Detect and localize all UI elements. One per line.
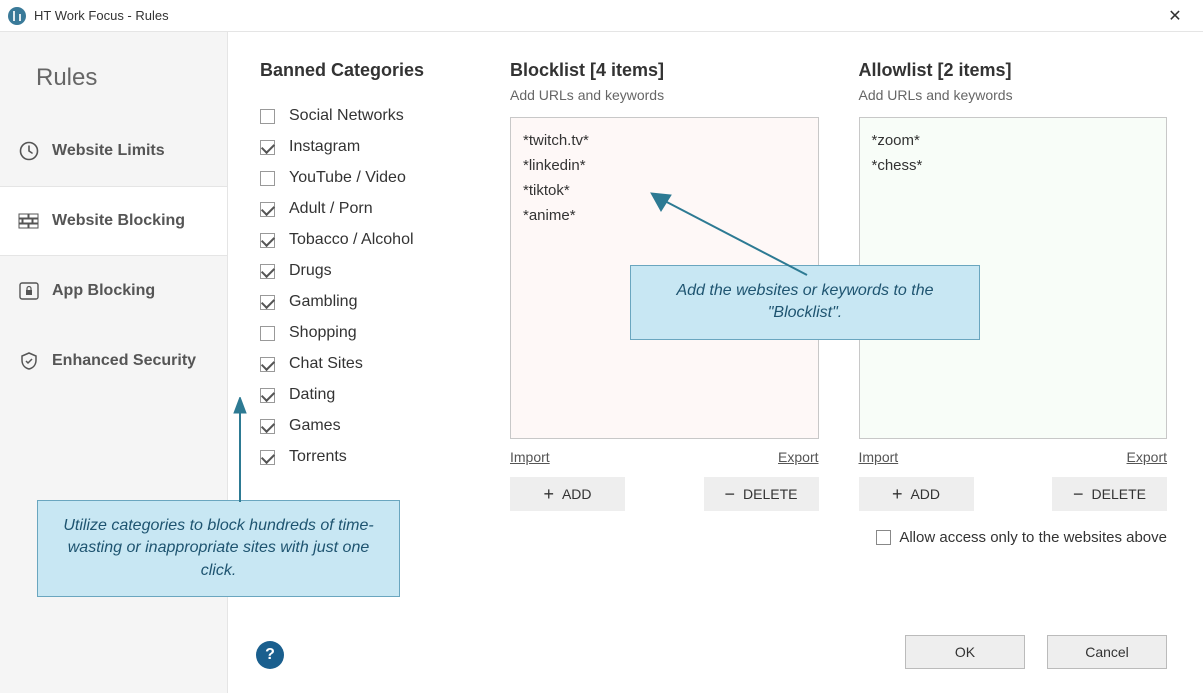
minus-icon: − xyxy=(1073,484,1084,505)
sidebar-item-enhanced-security[interactable]: Enhanced Security xyxy=(0,326,227,396)
sidebar-item-label: Enhanced Security xyxy=(52,352,196,370)
category-item[interactable]: Tobacco / Alcohol xyxy=(260,225,470,256)
banned-categories-column: Banned Categories Social Networks Instagr… xyxy=(260,60,470,546)
category-label: YouTube / Video xyxy=(289,169,406,187)
blocklist-item[interactable]: *twitch.tv* xyxy=(523,128,806,153)
category-label: Instagram xyxy=(289,138,360,156)
checkbox[interactable] xyxy=(260,357,275,372)
allowlist-title: Allowlist [2 items] xyxy=(859,60,1168,81)
category-item[interactable]: Shopping xyxy=(260,318,470,349)
sidebar-item-label: Website Blocking xyxy=(52,212,185,230)
checkbox[interactable] xyxy=(260,295,275,310)
category-item[interactable]: Adult / Porn xyxy=(260,194,470,225)
arrow-icon xyxy=(220,397,260,507)
checkbox[interactable] xyxy=(260,140,275,155)
minus-icon: − xyxy=(725,484,736,505)
clock-icon xyxy=(18,140,40,162)
category-label: Chat Sites xyxy=(289,355,363,373)
blocklist-add-button[interactable]: +ADD xyxy=(510,477,625,511)
category-label: Torrents xyxy=(289,448,347,466)
allowlist-subtitle: Add URLs and keywords xyxy=(859,87,1168,103)
ok-button[interactable]: OK xyxy=(905,635,1025,669)
checkbox[interactable] xyxy=(260,264,275,279)
blocklist-export-link[interactable]: Export xyxy=(778,449,818,465)
plus-icon: + xyxy=(892,484,903,505)
app-icon xyxy=(8,7,26,25)
allowlist-import-link[interactable]: Import xyxy=(859,449,899,465)
category-label: Gambling xyxy=(289,293,357,311)
arrow-icon xyxy=(647,185,812,280)
callout-categories: Utilize categories to block hundreds of … xyxy=(37,500,400,597)
checkbox[interactable] xyxy=(260,233,275,248)
allowlist-delete-button[interactable]: −DELETE xyxy=(1052,477,1167,511)
wall-icon xyxy=(18,210,40,232)
blocklist-item[interactable]: *linkedin* xyxy=(523,153,806,178)
categories-title: Banned Categories xyxy=(260,60,470,81)
blocklist-delete-button[interactable]: −DELETE xyxy=(704,477,819,511)
allow-only-label: Allow access only to the websites above xyxy=(899,529,1167,546)
category-item[interactable]: Torrents xyxy=(260,442,470,473)
sidebar-item-app-blocking[interactable]: App Blocking xyxy=(0,256,227,326)
allow-only-row[interactable]: Allow access only to the websites above xyxy=(859,529,1168,546)
allowlist-item[interactable]: *zoom* xyxy=(872,128,1155,153)
category-label: Games xyxy=(289,417,341,435)
sidebar-item-label: Website Limits xyxy=(52,142,165,160)
allowlist-add-button[interactable]: +ADD xyxy=(859,477,974,511)
checkbox[interactable] xyxy=(260,326,275,341)
category-label: Adult / Porn xyxy=(289,200,373,218)
cancel-button[interactable]: Cancel xyxy=(1047,635,1167,669)
categories-list: Social Networks Instagram YouTube / Video A… xyxy=(260,101,470,473)
sidebar-heading: Rules xyxy=(0,52,227,116)
blocklist-subtitle: Add URLs and keywords xyxy=(510,87,819,103)
plus-icon: + xyxy=(543,484,554,505)
sidebar-item-website-blocking[interactable]: Website Blocking xyxy=(0,186,227,256)
allowlist-export-link[interactable]: Export xyxy=(1127,449,1167,465)
checkbox[interactable] xyxy=(260,109,275,124)
category-item[interactable]: Chat Sites xyxy=(260,349,470,380)
blocklist-import-link[interactable]: Import xyxy=(510,449,550,465)
category-item[interactable]: Instagram xyxy=(260,132,470,163)
checkbox[interactable] xyxy=(260,419,275,434)
checkbox[interactable] xyxy=(260,388,275,403)
shield-icon xyxy=(18,350,40,372)
sidebar-item-label: App Blocking xyxy=(52,282,155,300)
sidebar-item-website-limits[interactable]: Website Limits xyxy=(0,116,227,186)
checkbox[interactable] xyxy=(260,202,275,217)
window-title: HT Work Focus - Rules xyxy=(34,8,169,23)
blocklist-title: Blocklist [4 items] xyxy=(510,60,819,81)
lock-icon xyxy=(18,280,40,302)
titlebar: HT Work Focus - Rules ✕ xyxy=(0,0,1203,32)
allow-only-checkbox[interactable] xyxy=(876,530,891,545)
category-label: Shopping xyxy=(289,324,357,342)
category-label: Drugs xyxy=(289,262,332,280)
checkbox[interactable] xyxy=(260,171,275,186)
close-button[interactable]: ✕ xyxy=(1155,2,1195,30)
category-item[interactable]: Social Networks xyxy=(260,101,470,132)
category-item[interactable]: Dating xyxy=(260,380,470,411)
checkbox[interactable] xyxy=(260,450,275,465)
category-item[interactable]: Gambling xyxy=(260,287,470,318)
category-item[interactable]: YouTube / Video xyxy=(260,163,470,194)
allowlist-item[interactable]: *chess* xyxy=(872,153,1155,178)
category-label: Tobacco / Alcohol xyxy=(289,231,414,249)
help-button[interactable]: ? xyxy=(256,641,284,669)
category-label: Dating xyxy=(289,386,335,404)
category-item[interactable]: Games xyxy=(260,411,470,442)
category-item[interactable]: Drugs xyxy=(260,256,470,287)
category-label: Social Networks xyxy=(289,107,404,125)
